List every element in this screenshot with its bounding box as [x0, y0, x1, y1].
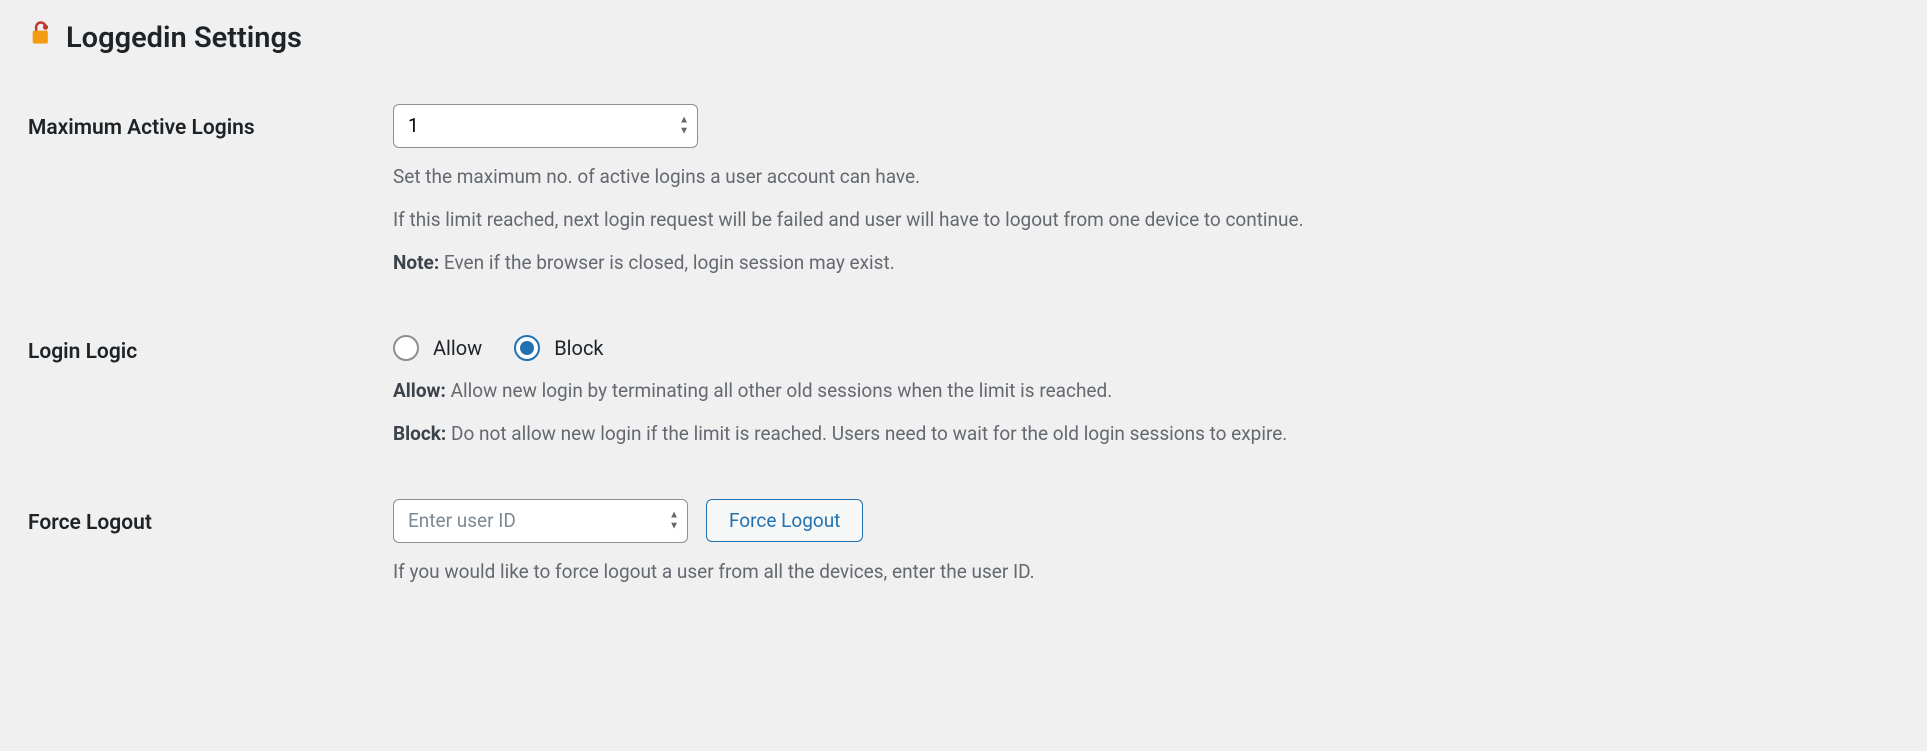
max-logins-input[interactable] [408, 114, 663, 137]
login-logic-allow-radio[interactable] [393, 335, 419, 361]
login-logic-allow-option[interactable]: Allow [433, 334, 482, 362]
max-logins-description: Set the maximum no. of active logins a u… [393, 162, 1889, 278]
spinner-arrows-icon[interactable]: ▲▼ [679, 115, 689, 136]
force-logout-button[interactable]: Force Logout [706, 499, 863, 542]
page-title: Loggedin Settings [28, 18, 1899, 59]
login-logic-block-option[interactable]: Block [554, 334, 603, 362]
max-logins-note-label: Note: [393, 251, 439, 274]
force-logout-input[interactable] [408, 509, 653, 532]
spinner-arrows-icon[interactable]: ▲▼ [669, 510, 679, 531]
login-logic-allow-bold: Allow: [393, 379, 446, 402]
max-logins-desc-2: If this limit reached, next login reques… [393, 205, 1889, 234]
force-logout-field[interactable]: ▲▼ [393, 499, 688, 543]
max-logins-desc-1: Set the maximum no. of active logins a u… [393, 162, 1889, 191]
login-logic-description: Allow: Allow new login by terminating al… [393, 376, 1889, 449]
login-logic-allow-desc: Allow: Allow new login by terminating al… [393, 376, 1889, 405]
login-logic-block-desc: Block: Do not allow new login if the lim… [393, 419, 1889, 448]
login-logic-block-bold: Block: [393, 422, 446, 445]
max-logins-label: Maximum Active Logins [28, 104, 383, 328]
lock-icon [28, 18, 56, 59]
max-logins-note-text: Even if the browser is closed, login ses… [439, 251, 895, 274]
max-logins-field[interactable]: ▲▼ [393, 104, 698, 148]
login-logic-allow-text: Allow new login by terminating all other… [446, 379, 1112, 402]
max-logins-note: Note: Even if the browser is closed, log… [393, 248, 1889, 277]
force-logout-desc-text: If you would like to force logout a user… [393, 557, 1889, 586]
login-logic-label: Login Logic [28, 328, 383, 499]
page-title-text: Loggedin Settings [66, 18, 302, 59]
force-logout-label: Force Logout [28, 499, 383, 586]
login-logic-block-radio[interactable] [514, 335, 540, 361]
login-logic-block-text: Do not allow new login if the limit is r… [446, 422, 1287, 445]
force-logout-description: If you would like to force logout a user… [393, 557, 1889, 586]
